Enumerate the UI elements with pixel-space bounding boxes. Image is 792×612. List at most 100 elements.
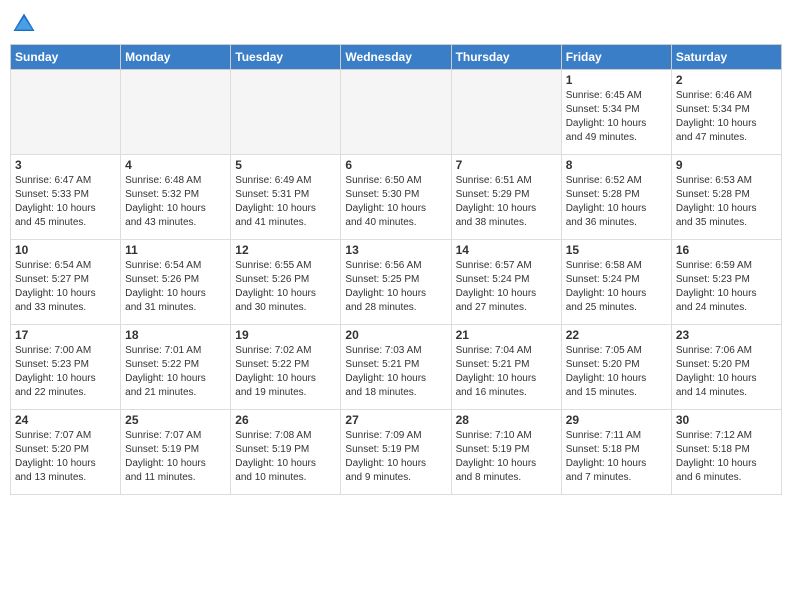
day-info: Sunrise: 6:45 AMSunset: 5:34 PMDaylight:… (566, 89, 667, 145)
day-info: Sunrise: 6:53 AMSunset: 5:28 PMDaylight:… (676, 174, 777, 230)
day-info: Sunrise: 6:52 AMSunset: 5:28 PMDaylight:… (566, 174, 667, 230)
day-number: 16 (676, 243, 777, 257)
day-number: 8 (566, 158, 667, 172)
day-info: Sunrise: 7:09 AMSunset: 5:19 PMDaylight:… (345, 429, 446, 485)
calendar-cell: 5 Sunrise: 6:49 AMSunset: 5:31 PMDaylight… (231, 155, 341, 240)
logo (10, 10, 42, 38)
weekday-header: Sunday (11, 45, 121, 70)
calendar-cell: 30 Sunrise: 7:12 AMSunset: 5:18 PMDayligh… (671, 410, 781, 495)
calendar-cell: 18Sunrise: 7:01 AMSunset: 5:22 PMDayligh… (121, 325, 231, 410)
day-info: Sunrise: 6:55 AMSunset: 5:26 PMDaylight:… (235, 259, 336, 315)
day-info: Sunrise: 6:58 AMSunset: 5:24 PMDaylight:… (566, 259, 667, 315)
day-info: Sunrise: 7:02 AMSunset: 5:22 PMDaylight:… (235, 344, 336, 400)
day-info: Sunrise: 7:05 AMSunset: 5:20 PMDaylight:… (566, 344, 667, 400)
calendar-cell: 10 Sunrise: 6:54 AMSunset: 5:27 PMDayligh… (11, 240, 121, 325)
calendar-cell (341, 70, 451, 155)
day-number: 1 (566, 73, 667, 87)
day-number: 9 (676, 158, 777, 172)
day-number: 12 (235, 243, 336, 257)
weekday-header: Friday (561, 45, 671, 70)
day-info: Sunrise: 6:48 AMSunset: 5:32 PMDaylight:… (125, 174, 226, 230)
calendar-cell: 1 Sunrise: 6:45 AMSunset: 5:34 PMDaylight… (561, 70, 671, 155)
weekday-header: Saturday (671, 45, 781, 70)
weekday-header: Tuesday (231, 45, 341, 70)
day-number: 21 (456, 328, 557, 342)
calendar-cell: 2 Sunrise: 6:46 AMSunset: 5:34 PMDaylight… (671, 70, 781, 155)
weekday-header: Wednesday (341, 45, 451, 70)
day-info: Sunrise: 6:50 AMSunset: 5:30 PMDaylight:… (345, 174, 446, 230)
calendar-cell (451, 70, 561, 155)
day-info: Sunrise: 7:10 AMSunset: 5:19 PMDaylight:… (456, 429, 557, 485)
day-info: Sunrise: 7:12 AMSunset: 5:18 PMDaylight:… (676, 429, 777, 485)
day-info: Sunrise: 6:59 AMSunset: 5:23 PMDaylight:… (676, 259, 777, 315)
calendar-cell (231, 70, 341, 155)
calendar-cell: 13 Sunrise: 6:56 AMSunset: 5:25 PMDayligh… (341, 240, 451, 325)
calendar-cell: 20 Sunrise: 7:03 AMSunset: 5:21 PMDayligh… (341, 325, 451, 410)
day-number: 20 (345, 328, 446, 342)
page-header (10, 10, 782, 38)
day-info: Sunrise: 7:00 AMSunset: 5:23 PMDaylight:… (15, 344, 116, 400)
day-number: 2 (676, 73, 777, 87)
day-number: 22 (566, 328, 667, 342)
day-info: Sunrise: 7:06 AMSunset: 5:20 PMDaylight:… (676, 344, 777, 400)
calendar-cell (11, 70, 121, 155)
calendar-cell: 19 Sunrise: 7:02 AMSunset: 5:22 PMDayligh… (231, 325, 341, 410)
calendar-cell: 16 Sunrise: 6:59 AMSunset: 5:23 PMDayligh… (671, 240, 781, 325)
calendar-cell: 15 Sunrise: 6:58 AMSunset: 5:24 PMDayligh… (561, 240, 671, 325)
calendar-cell: 29 Sunrise: 7:11 AMSunset: 5:18 PMDayligh… (561, 410, 671, 495)
day-number: 11 (125, 243, 226, 257)
day-info: Sunrise: 7:04 AMSunset: 5:21 PMDaylight:… (456, 344, 557, 400)
day-number: 17 (15, 328, 116, 342)
day-info: Sunrise: 6:46 AMSunset: 5:34 PMDaylight:… (676, 89, 777, 145)
calendar-cell: 7Sunrise: 6:51 AMSunset: 5:29 PMDaylight… (451, 155, 561, 240)
calendar-cell: 3Sunrise: 6:47 AMSunset: 5:33 PMDaylight… (11, 155, 121, 240)
day-number: 30 (676, 413, 777, 427)
day-number: 6 (345, 158, 446, 172)
calendar-cell: 27 Sunrise: 7:09 AMSunset: 5:19 PMDayligh… (341, 410, 451, 495)
day-info: Sunrise: 7:07 AMSunset: 5:19 PMDaylight:… (125, 429, 226, 485)
calendar-cell: 4 Sunrise: 6:48 AMSunset: 5:32 PMDaylight… (121, 155, 231, 240)
week-row: 10 Sunrise: 6:54 AMSunset: 5:27 PMDayligh… (11, 240, 782, 325)
day-info: Sunrise: 6:49 AMSunset: 5:31 PMDaylight:… (235, 174, 336, 230)
day-number: 23 (676, 328, 777, 342)
weekday-header: Monday (121, 45, 231, 70)
calendar-cell: 11 Sunrise: 6:54 AMSunset: 5:26 PMDayligh… (121, 240, 231, 325)
day-number: 19 (235, 328, 336, 342)
calendar-table: SundayMondayTuesdayWednesdayThursdayFrid… (10, 44, 782, 495)
day-number: 15 (566, 243, 667, 257)
day-number: 14 (456, 243, 557, 257)
day-info: Sunrise: 6:56 AMSunset: 5:25 PMDaylight:… (345, 259, 446, 315)
day-number: 3 (15, 158, 116, 172)
day-info: Sunrise: 6:57 AMSunset: 5:24 PMDaylight:… (456, 259, 557, 315)
calendar-header-row: SundayMondayTuesdayWednesdayThursdayFrid… (11, 45, 782, 70)
day-number: 18 (125, 328, 226, 342)
weekday-header: Thursday (451, 45, 561, 70)
calendar-cell: 6 Sunrise: 6:50 AMSunset: 5:30 PMDaylight… (341, 155, 451, 240)
day-number: 26 (235, 413, 336, 427)
day-number: 5 (235, 158, 336, 172)
day-number: 27 (345, 413, 446, 427)
day-number: 10 (15, 243, 116, 257)
day-info: Sunrise: 7:08 AMSunset: 5:19 PMDaylight:… (235, 429, 336, 485)
calendar-cell: 22 Sunrise: 7:05 AMSunset: 5:20 PMDayligh… (561, 325, 671, 410)
calendar-cell: 24 Sunrise: 7:07 AMSunset: 5:20 PMDayligh… (11, 410, 121, 495)
week-row: 3Sunrise: 6:47 AMSunset: 5:33 PMDaylight… (11, 155, 782, 240)
day-info: Sunrise: 6:54 AMSunset: 5:26 PMDaylight:… (125, 259, 226, 315)
calendar-cell: 26 Sunrise: 7:08 AMSunset: 5:19 PMDayligh… (231, 410, 341, 495)
day-number: 29 (566, 413, 667, 427)
calendar-cell: 28 Sunrise: 7:10 AMSunset: 5:19 PMDayligh… (451, 410, 561, 495)
calendar-cell (121, 70, 231, 155)
day-info: Sunrise: 7:11 AMSunset: 5:18 PMDaylight:… (566, 429, 667, 485)
day-number: 13 (345, 243, 446, 257)
day-number: 7 (456, 158, 557, 172)
day-info: Sunrise: 7:07 AMSunset: 5:20 PMDaylight:… (15, 429, 116, 485)
day-number: 24 (15, 413, 116, 427)
day-info: Sunrise: 7:03 AMSunset: 5:21 PMDaylight:… (345, 344, 446, 400)
day-info: Sunrise: 6:54 AMSunset: 5:27 PMDaylight:… (15, 259, 116, 315)
day-number: 28 (456, 413, 557, 427)
calendar-cell: 17 Sunrise: 7:00 AMSunset: 5:23 PMDayligh… (11, 325, 121, 410)
day-number: 25 (125, 413, 226, 427)
calendar-cell: 8 Sunrise: 6:52 AMSunset: 5:28 PMDaylight… (561, 155, 671, 240)
day-number: 4 (125, 158, 226, 172)
week-row: 24 Sunrise: 7:07 AMSunset: 5:20 PMDayligh… (11, 410, 782, 495)
